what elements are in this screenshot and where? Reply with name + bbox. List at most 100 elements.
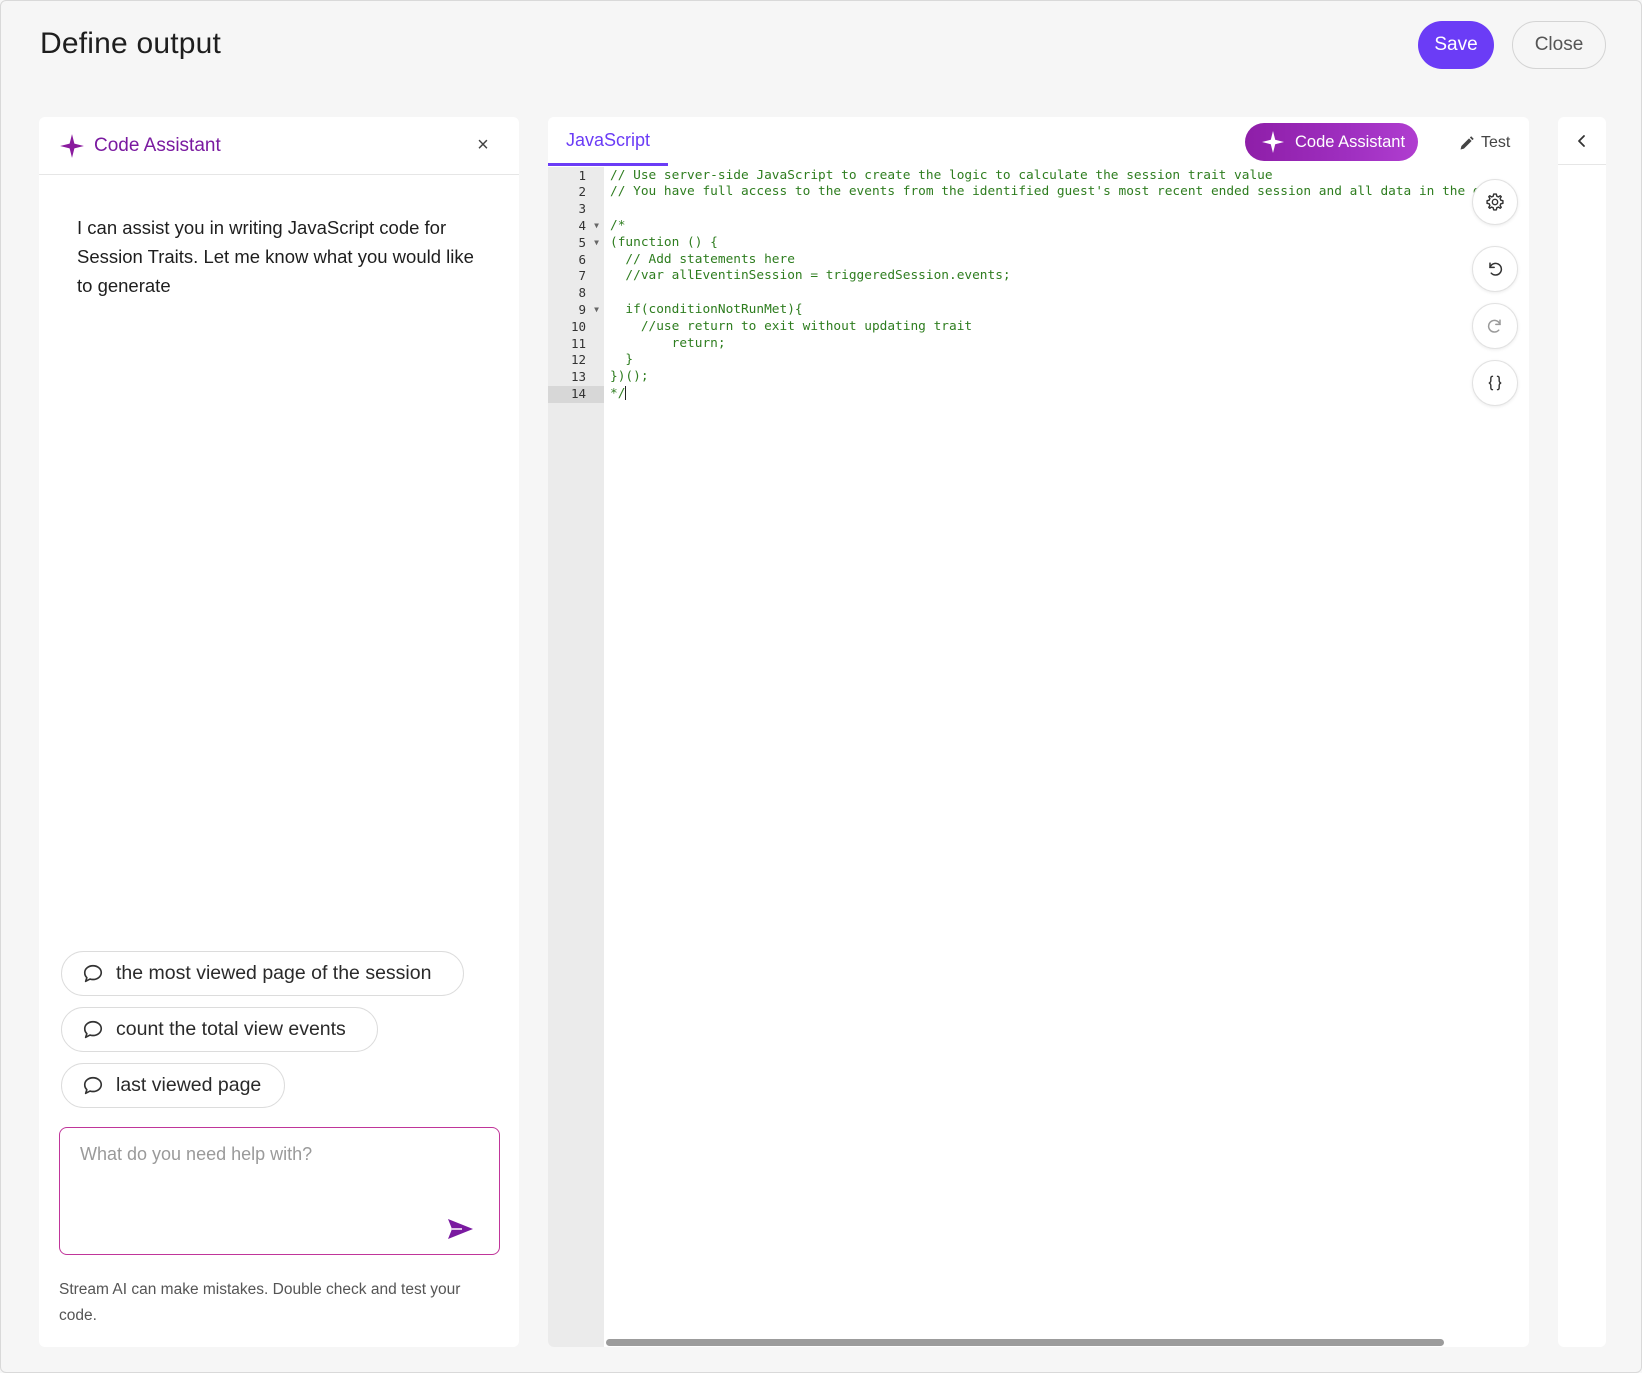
line-number: 12 <box>548 352 604 369</box>
code-line-text: /* <box>610 217 626 233</box>
code-line-text: //var allEventinSession = triggeredSessi… <box>610 268 1011 284</box>
chat-bubble-icon <box>83 1076 103 1094</box>
code-line: })(); <box>610 369 649 386</box>
line-number-label: 10 <box>570 318 586 334</box>
code-line: //var allEventinSession = triggeredSessi… <box>610 268 1011 285</box>
code-line-text: (function () { <box>610 234 718 250</box>
line-number: 14 <box>548 385 604 403</box>
format-code-button[interactable] <box>1472 360 1518 406</box>
suggestion-chip-most-viewed-page[interactable]: the most viewed page of the session <box>61 951 464 996</box>
editor-settings-button[interactable] <box>1472 179 1518 225</box>
suggestion-chip-count-view-events[interactable]: count the total view events <box>61 1007 378 1052</box>
line-number-label: 14 <box>570 385 586 401</box>
save-button[interactable]: Save <box>1418 21 1494 69</box>
code-line: // Use server-side JavaScript to create … <box>610 168 1273 185</box>
line-number-label: 7 <box>578 268 586 284</box>
line-number-label: 9 <box>578 301 586 317</box>
line-number: 10 <box>548 319 604 336</box>
line-number: 8 <box>548 285 604 302</box>
suggestion-label: count the total view events <box>116 1018 346 1040</box>
code-assistant-title: Code Assistant <box>94 135 221 156</box>
line-number: 4 ▼ <box>548 218 604 235</box>
code-line-text: //use return to exit without updating tr… <box>610 318 973 334</box>
code-line-text: // Use server-side JavaScript to create … <box>610 167 1273 183</box>
gear-icon <box>1486 193 1504 211</box>
chat-bubble-icon <box>83 1020 103 1038</box>
assistant-prompt-input[interactable] <box>78 1142 438 1232</box>
line-number-label: 6 <box>578 251 586 267</box>
code-line: } <box>610 352 633 369</box>
scrollbar-thumb[interactable] <box>606 1339 1444 1346</box>
collapsed-side-panel <box>1558 117 1606 1347</box>
code-assistant-header: Code Assistant × <box>39 117 519 175</box>
pencil-icon <box>1460 135 1474 149</box>
redo-icon <box>1487 319 1501 333</box>
editor-toolbar: JavaScript Code Assistant Test <box>548 117 1529 167</box>
suggestion-label: the most viewed page of the session <box>116 962 432 984</box>
line-number-label: 1 <box>578 167 586 183</box>
line-number-gutter: 1 2 3 4 ▼ 5 ▼ 6 7 8 9 ▼ 10 11 12 13 14 <box>548 167 604 1347</box>
redo-button[interactable] <box>1472 303 1518 349</box>
line-number-label: 5 <box>578 234 586 250</box>
page-title: Define output <box>40 27 222 60</box>
code-line: return; <box>610 336 726 353</box>
code-assistant-button-label: Code Assistant <box>1295 132 1406 151</box>
ai-disclaimer: Stream AI can make mistakes. Double chec… <box>59 1281 461 1324</box>
code-line-text: })(); <box>610 369 649 385</box>
code-line: //use return to exit without updating tr… <box>610 319 972 336</box>
braces-icon <box>1488 375 1502 391</box>
line-number-label: 8 <box>578 285 586 301</box>
line-number: 3 <box>548 201 604 218</box>
define-output-dialog: Define output Save Close Code Assistant … <box>0 0 1642 1373</box>
undo-icon <box>1489 262 1503 276</box>
horizontal-scrollbar[interactable] <box>604 1337 1529 1347</box>
text-cursor <box>625 386 627 401</box>
chat-bubble-icon <box>83 964 103 982</box>
chevron-left-icon <box>1578 134 1585 147</box>
line-number-label: 2 <box>578 184 586 200</box>
line-number-label: 13 <box>570 369 586 385</box>
line-number: 1 <box>548 168 604 185</box>
code-line: (function () { <box>610 235 718 252</box>
test-button-label: Test <box>1481 134 1511 151</box>
code-line: /* <box>610 218 625 235</box>
line-number-label: 11 <box>570 335 586 351</box>
sparkle-icon <box>1262 131 1284 153</box>
code-text-area[interactable]: // Use server-side JavaScript to create … <box>604 167 1529 1347</box>
line-number-label: 4 <box>578 217 586 233</box>
fold-toggle-icon[interactable]: ▼ <box>594 218 599 235</box>
code-line: // You have full access to the events fr… <box>610 184 1488 201</box>
close-button[interactable]: Close <box>1512 21 1606 69</box>
suggestion-chip-last-viewed-page[interactable]: last viewed page <box>61 1063 285 1108</box>
code-line: */ <box>610 385 627 403</box>
undo-button[interactable] <box>1472 246 1518 292</box>
fold-toggle-icon[interactable]: ▼ <box>594 235 599 252</box>
line-number: 11 <box>548 336 604 353</box>
code-line-text: // You have full access to the events fr… <box>610 184 1489 200</box>
test-button[interactable]: Test <box>1458 129 1510 157</box>
code-line: // Add statements here <box>610 252 795 269</box>
expand-panel-button[interactable] <box>1558 117 1606 165</box>
code-editor-panel: JavaScript Code Assistant Test 1 2 3 4 ▼ 5 ▼ 6 7… <box>548 117 1529 1347</box>
fold-toggle-icon[interactable]: ▼ <box>594 302 599 319</box>
code-line: if(conditionNotRunMet){ <box>610 301 803 319</box>
line-number-label: 3 <box>578 201 586 217</box>
code-line-text: */ <box>610 385 626 401</box>
line-number-label: 12 <box>570 352 586 368</box>
code-line-text: return; <box>610 335 726 351</box>
code-line-text: if(conditionNotRunMet){ <box>610 301 803 317</box>
line-number: 2 <box>548 184 604 201</box>
line-number: 7 <box>548 268 604 285</box>
code-line-text: } <box>610 352 634 368</box>
code-assistant-button[interactable]: Code Assistant <box>1245 123 1418 161</box>
tab-javascript[interactable]: JavaScript <box>548 117 668 166</box>
dialog-header: Define output Save Close <box>1 1 1642 97</box>
close-assistant-icon[interactable]: × <box>469 131 497 159</box>
suggestion-label: last viewed page <box>116 1074 262 1096</box>
line-number: 9 ▼ <box>548 302 604 319</box>
send-icon[interactable] <box>445 1216 475 1242</box>
assistant-intro-message: I can assist you in writing JavaScript c… <box>77 217 474 296</box>
line-number: 5 ▼ <box>548 235 604 252</box>
line-number: 13 <box>548 369 604 386</box>
sparkle-icon <box>60 134 84 158</box>
